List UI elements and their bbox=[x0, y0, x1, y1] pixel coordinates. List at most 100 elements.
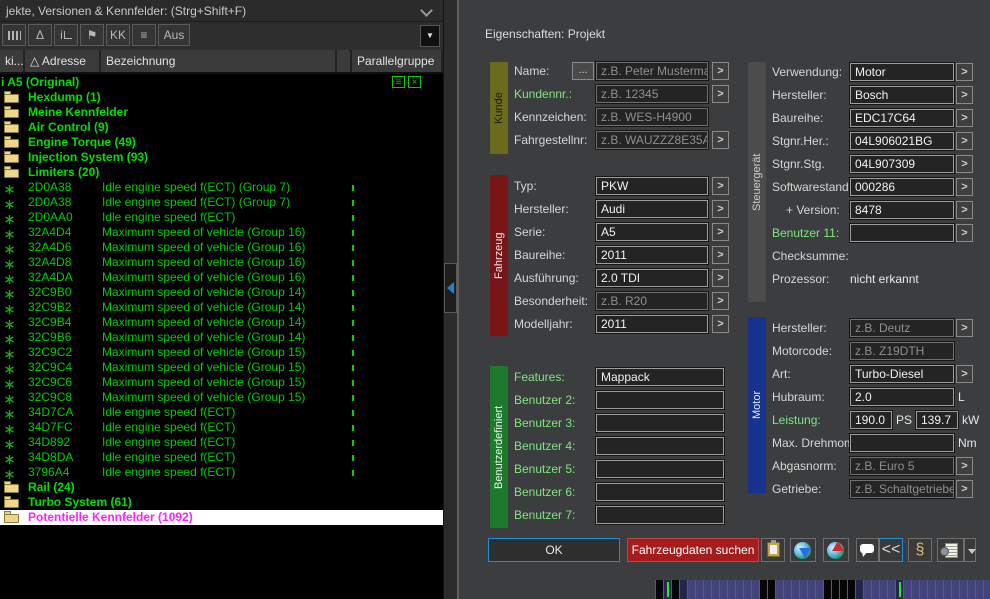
steuergeraet-value-field[interactable]: 04L906021BG bbox=[850, 132, 954, 150]
tree-column-Adresse[interactable]: △ Adresse bbox=[25, 50, 101, 72]
tree-folder-row[interactable]: Hexdump (1) bbox=[0, 90, 443, 105]
file-overview-strip[interactable] bbox=[655, 580, 990, 599]
tree-map-row[interactable]: 32C9B4Maximum speed of vehicle (Group 14… bbox=[0, 315, 443, 330]
steuergeraet-value-field[interactable]: 8478 bbox=[850, 201, 954, 219]
tree-column-Parallelgruppe[interactable]: Parallelgruppe bbox=[352, 50, 443, 72]
tree-folder-row[interactable]: Meine Kennfelder bbox=[0, 105, 443, 120]
tree-folder-row[interactable]: Limiters (20) bbox=[0, 165, 443, 180]
motor-value-field[interactable] bbox=[850, 434, 954, 452]
tree-map-row[interactable]: 32A4D6Maximum speed of vehicle (Group 16… bbox=[0, 240, 443, 255]
project-notes-button[interactable] bbox=[937, 538, 964, 562]
collapse-dialog-button[interactable]: << bbox=[879, 538, 903, 562]
tree-folder-row[interactable]: Air Control (9) bbox=[0, 120, 443, 135]
kunde-expand-button[interactable]: > bbox=[712, 131, 729, 149]
kunde-expand-button[interactable]: > bbox=[712, 85, 729, 103]
fahrzeug-expand-button[interactable]: > bbox=[712, 246, 729, 264]
aus-button[interactable]: Aus bbox=[158, 24, 190, 46]
kk-button[interactable]: KK bbox=[106, 24, 130, 46]
tree-folder-row[interactable]: Turbo System (61) bbox=[0, 495, 443, 510]
fahrzeug-value-field[interactable]: Audi bbox=[596, 200, 708, 218]
motor-expand-button[interactable]: > bbox=[956, 319, 973, 337]
motor-placeholder-field[interactable]: z.B. Z19DTH bbox=[850, 342, 954, 360]
fahrzeug-value-field[interactable]: 2.0 TDI bbox=[596, 269, 708, 287]
tree-map-row[interactable]: 32C9B2Maximum speed of vehicle (Group 14… bbox=[0, 300, 443, 315]
tree-column-spacer[interactable] bbox=[337, 50, 352, 72]
fahrzeug-value-field[interactable]: 2011 bbox=[596, 315, 708, 333]
motor-placeholder-field[interactable]: z.B. Schaltgetriebe bbox=[850, 480, 954, 498]
tree-map-row[interactable]: 2D0A38Idle engine speed f(ECT) (Group 7) bbox=[0, 180, 443, 195]
tree-map-row[interactable]: 2D0AA0Idle engine speed f(ECT) bbox=[0, 210, 443, 225]
tree-map-row[interactable]: 34D7FCIdle engine speed f(ECT) bbox=[0, 420, 443, 435]
tree-root-row[interactable]: i A5 (Original)≡× bbox=[0, 75, 443, 90]
tree-map-row[interactable]: 34D8DAIdle engine speed f(ECT) bbox=[0, 450, 443, 465]
ok-button[interactable]: OK bbox=[488, 538, 620, 562]
fahrzeug-expand-button[interactable]: > bbox=[712, 292, 729, 310]
fahrzeug-expand-button[interactable]: > bbox=[712, 269, 729, 287]
tree-map-row[interactable]: 34D892Idle engine speed f(ECT) bbox=[0, 435, 443, 450]
tree-map-row[interactable]: 32C9C8Maximum speed of vehicle (Group 15… bbox=[0, 390, 443, 405]
tree-map-row[interactable]: 34D7CAIdle engine speed f(ECT) bbox=[0, 405, 443, 420]
steuergeraet-value-field[interactable]: 04L907309 bbox=[850, 155, 954, 173]
fahrzeug-value-field[interactable]: PKW bbox=[596, 177, 708, 195]
benutzerdefiniert-value-field[interactable]: Mappack bbox=[596, 368, 724, 386]
steuergeraet-expand-button[interactable]: > bbox=[956, 63, 973, 81]
steuergeraet-expand-button[interactable]: > bbox=[956, 132, 973, 150]
tree-map-row[interactable]: 32C9C4Maximum speed of vehicle (Group 15… bbox=[0, 360, 443, 375]
legal-info-button[interactable]: § bbox=[908, 538, 932, 562]
motor-expand-button[interactable]: > bbox=[956, 365, 973, 383]
kunde-placeholder-field[interactable]: z.B. WES-H4900 bbox=[596, 108, 708, 126]
benutzerdefiniert-value-field[interactable] bbox=[596, 414, 724, 432]
tree-map-row[interactable]: 32C9C6Maximum speed of vehicle (Group 15… bbox=[0, 375, 443, 390]
upload-vehicle-data-button[interactable] bbox=[823, 538, 849, 562]
tree-folder-row[interactable]: Potentielle Kennfelder (1092) bbox=[0, 510, 443, 525]
map-bars-view-button[interactable] bbox=[2, 24, 26, 46]
motor-value-field[interactable]: 190.0 bbox=[850, 411, 892, 429]
motor-expand-button[interactable]: > bbox=[956, 457, 973, 475]
benutzerdefiniert-value-field[interactable] bbox=[596, 460, 724, 478]
motor-value-field[interactable]: 2.0 bbox=[850, 388, 954, 406]
tree-map-row[interactable]: 32C9B0Maximum speed of vehicle (Group 14… bbox=[0, 285, 443, 300]
comment-button[interactable] bbox=[856, 538, 879, 562]
diff-button[interactable]: Δ bbox=[28, 24, 52, 46]
tree-folder-row[interactable]: Injection System (93) bbox=[0, 150, 443, 165]
row-list-icon[interactable]: ≡ bbox=[392, 76, 405, 88]
tree-filter-combo[interactable]: jekte, Versionen & Kennfelder: (Strg+Shi… bbox=[0, 0, 443, 22]
fahrzeug-expand-button[interactable]: > bbox=[712, 315, 729, 333]
tree-folder-row[interactable]: Engine Torque (49) bbox=[0, 135, 443, 150]
steuergeraet-expand-button[interactable]: > bbox=[956, 155, 973, 173]
steuergeraet-value-field[interactable]: Bosch bbox=[850, 86, 954, 104]
tree-map-row[interactable]: 32A4D4Maximum speed of vehicle (Group 16… bbox=[0, 225, 443, 240]
benutzerdefiniert-value-field[interactable] bbox=[596, 437, 724, 455]
fahrzeug-value-field[interactable]: A5 bbox=[596, 223, 708, 241]
tree-column-ki...[interactable]: ki... bbox=[0, 50, 25, 72]
kunde-browse-button[interactable]: ... bbox=[572, 62, 594, 80]
steuergeraet-expand-button[interactable]: > bbox=[956, 178, 973, 196]
motor-expand-button[interactable]: > bbox=[956, 480, 973, 498]
fahrzeug-expand-button[interactable]: > bbox=[712, 177, 729, 195]
tree-map-row[interactable]: 32A4DAMaximum speed of vehicle (Group 16… bbox=[0, 270, 443, 285]
steuergeraet-expand-button[interactable]: > bbox=[956, 109, 973, 127]
tree-map-row[interactable]: 3796A4Idle engine speed f(ECT) bbox=[0, 465, 443, 480]
steuergeraet-value-field[interactable]: EDC17C64 bbox=[850, 109, 954, 127]
row-close-icon[interactable]: × bbox=[408, 76, 421, 88]
download-vehicle-data-button[interactable] bbox=[790, 538, 816, 562]
kunde-placeholder-field[interactable]: z.B. Peter Mustermann bbox=[596, 62, 708, 80]
steuergeraet-value-field[interactable] bbox=[850, 224, 954, 242]
benutzerdefiniert-value-field[interactable] bbox=[596, 506, 724, 524]
tree-column-Bezeichnung[interactable]: Bezeichnung bbox=[101, 50, 337, 72]
search-vehicle-data-button[interactable]: Fahrzeugdaten suchen bbox=[627, 538, 759, 562]
collapse-left-icon[interactable] bbox=[444, 263, 457, 313]
list-view-button[interactable]: ≡ bbox=[132, 24, 156, 46]
benutzerdefiniert-value-field[interactable] bbox=[596, 391, 724, 409]
benutzerdefiniert-value-field[interactable] bbox=[596, 483, 724, 501]
paste-vehicle-data-button[interactable] bbox=[761, 538, 785, 562]
notes-dropdown-button[interactable] bbox=[964, 538, 976, 562]
axis-button[interactable]: i bbox=[54, 24, 78, 46]
flag-button[interactable]: ⚑ bbox=[80, 24, 104, 46]
kunde-placeholder-field[interactable]: z.B. WAUZZZ8E35A235 bbox=[596, 131, 708, 149]
motor-placeholder-field[interactable]: z.B. Euro 5 bbox=[850, 457, 954, 475]
fahrzeug-expand-button[interactable]: > bbox=[712, 223, 729, 241]
fahrzeug-expand-button[interactable]: > bbox=[712, 200, 729, 218]
tree-map-row[interactable]: 32C9C2Maximum speed of vehicle (Group 15… bbox=[0, 345, 443, 360]
motor-value-field[interactable]: 139.7 bbox=[916, 411, 958, 429]
